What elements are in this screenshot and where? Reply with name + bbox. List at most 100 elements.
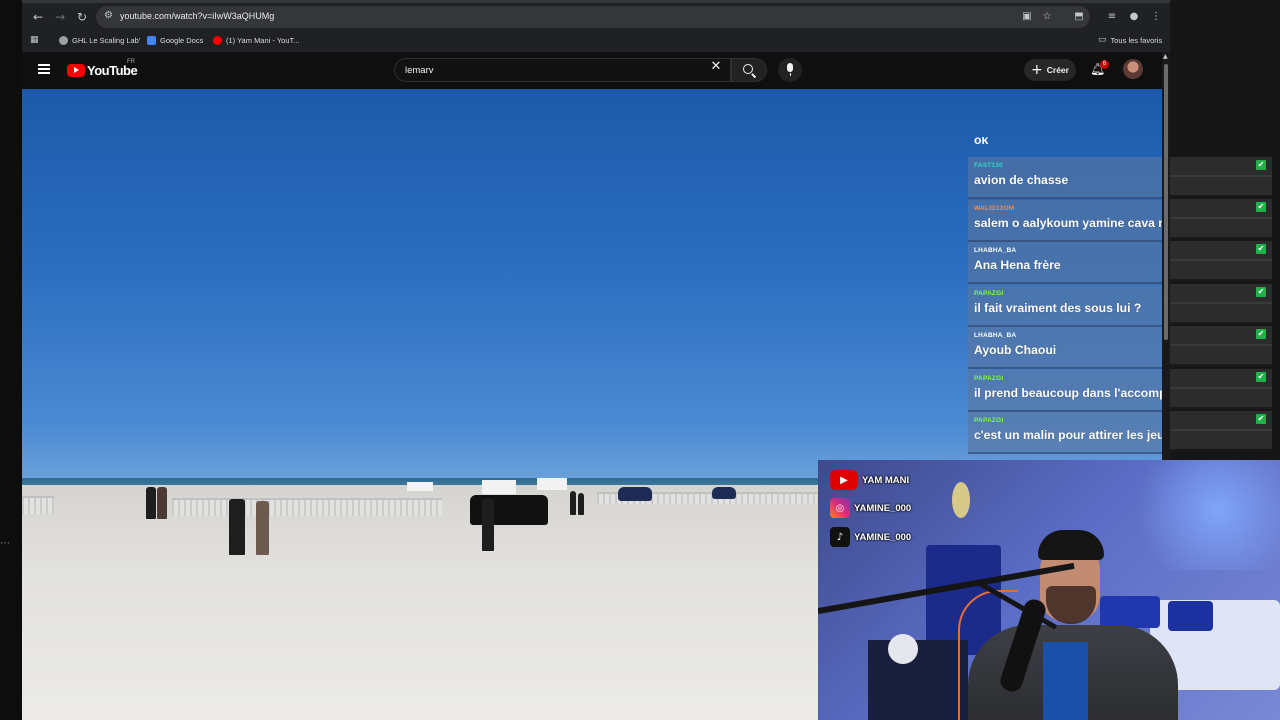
youtube-logo[interactable]: YouTube FR [67, 59, 138, 78]
notification-badge: 6 [1100, 60, 1109, 69]
chat-message: PAPAZGI c'est un malin pour attirer les … [968, 412, 1162, 454]
streamer-beard [1046, 586, 1096, 624]
bookmark-label: (1) Yam Mani - YouT... [226, 35, 300, 45]
chat-overflow-row: ✔ [1170, 411, 1272, 451]
chat-username: FAST130 [974, 162, 1003, 169]
chat-message-partial: ok [974, 137, 989, 147]
youtube-icon: ▶ [830, 470, 858, 490]
person [229, 499, 245, 555]
check-icon: ✔ [1256, 372, 1266, 382]
desk [868, 640, 968, 720]
live-chat-overlay: ok FAST130 avion de chasse WALID13OM sal… [968, 137, 1162, 460]
chat-message: LHABHA_BA Ayoub Chaoui [968, 327, 1162, 369]
scrollbar-thumb[interactable] [1164, 64, 1168, 340]
extensions-icon[interactable]: ⬒ [1071, 9, 1087, 25]
youtube-header: YouTube FR lemarv ✕ + Créer 🔔︎ 6 [22, 52, 1164, 89]
bookmark-google-docs[interactable]: Google Docs [147, 34, 203, 46]
social-name: YAMINE_000 [854, 531, 912, 543]
region-code: FR [127, 59, 135, 65]
menu-icon[interactable] [38, 62, 52, 76]
person [578, 493, 584, 515]
chat-username: WALID13OM [974, 205, 1015, 212]
fence [22, 496, 54, 514]
search-query: lemarv [405, 65, 434, 76]
check-icon: ✔ [1256, 414, 1266, 424]
chat-message: WALID13OM salem o aalykoum yamine cava m… [968, 200, 1162, 242]
webcam-overlay: ▶ YAM MANI ◎ YAMINE_000 ♪ YAMINE_000 [818, 460, 1280, 720]
bookmark-label: GHL Le Scaling Lab' [72, 35, 141, 45]
streamer-shirt [1043, 642, 1088, 720]
back-icon[interactable]: ← [30, 9, 46, 25]
chat-text: salem o aalykoum yamine cava mon frère [974, 216, 1162, 230]
browser-menu-icon[interactable]: ⋮ [1148, 9, 1164, 25]
beach-tent [482, 480, 516, 494]
bookmark-star-icon[interactable]: ☆ [1040, 10, 1054, 24]
site-info-icon[interactable]: ⚙ [104, 10, 116, 22]
chat-overflow-row: ✔ [1170, 326, 1272, 366]
profile-icon[interactable]: ● [1126, 9, 1142, 25]
chat-text: Ayoub Chaoui [974, 343, 1057, 357]
chat-overflow-row: ✔ [1170, 284, 1272, 324]
social-instagram: ◎ YAMINE_000 [830, 498, 911, 518]
bookmark-yam-mani[interactable]: (1) Yam Mani - YouT... [213, 34, 300, 46]
more-dots-icon[interactable]: ⋯ [0, 539, 10, 549]
chat-text: il fait vraiment des sous lui ? [974, 301, 1142, 315]
instagram-icon: ◎ [830, 498, 850, 518]
pillow [1168, 601, 1213, 631]
create-button[interactable]: + Créer [1024, 59, 1076, 81]
bookmarks-bar: ▦ GHL Le Scaling Lab' Google Docs (1) Ya… [22, 30, 1170, 50]
wall-lamp [952, 482, 970, 518]
social-tiktok: ♪ YAMINE_000 [830, 527, 911, 547]
clear-search-icon[interactable]: ✕ [709, 60, 723, 74]
tiktok-icon: ♪ [830, 527, 850, 547]
beach-tent [407, 482, 433, 491]
page-scrollbar[interactable]: ▲ [1162, 52, 1170, 460]
social-name: YAM MANI [862, 474, 910, 486]
check-icon: ✔ [1256, 160, 1266, 170]
person [256, 501, 269, 555]
check-icon: ✔ [1256, 244, 1266, 254]
cast-icon[interactable]: ▣ [1020, 10, 1034, 24]
wall-light [1118, 460, 1280, 570]
chat-overflow-row: ✔ [1170, 369, 1272, 409]
browser-chrome: ← → ↻ ⚙ youtube.com/watch?v=iIwW3aQHUMg … [22, 0, 1170, 52]
person [570, 491, 576, 515]
chat-message: PAPAZGI il prend beaucoup dans l'accompa… [968, 370, 1162, 412]
forward-icon[interactable]: → [52, 9, 68, 25]
social-youtube: ▶ YAM MANI [830, 470, 909, 490]
reload-icon[interactable]: ↻ [74, 9, 90, 25]
tab-strip-edge [22, 0, 1170, 3]
youtube-favicon-icon [213, 35, 222, 45]
chat-text: avion de chasse [974, 173, 1069, 187]
folder-icon: ▭ [1098, 35, 1107, 45]
search-input[interactable]: lemarv [394, 58, 731, 82]
avatar[interactable] [1123, 59, 1143, 79]
chat-overflow-row: ✔ [1170, 199, 1272, 239]
apps-icon[interactable]: ▦ [30, 34, 39, 46]
youtube-play-icon [67, 63, 85, 77]
streamer-hair [1038, 530, 1104, 560]
chat-username: PAPAZGI [974, 417, 1004, 424]
person [482, 499, 494, 551]
plus-icon: + [1031, 62, 1043, 78]
fence [172, 498, 442, 516]
bookmark-ghl[interactable]: GHL Le Scaling Lab' [59, 34, 140, 46]
chat-username: LHABHA_BA [974, 332, 1017, 339]
bookmark-label: Google Docs [160, 35, 204, 45]
scroll-up-icon[interactable]: ▲ [1163, 54, 1169, 60]
car [712, 487, 736, 499]
check-icon: ✔ [1256, 329, 1266, 339]
all-bookmarks-label: Tous les favoris [1110, 35, 1163, 45]
address-bar[interactable]: ⚙ youtube.com/watch?v=iIwW3aQHUMg ▣ ☆ [96, 6, 1090, 28]
left-gutter: ⋯ [0, 0, 22, 720]
chat-message: FAST130 avion de chasse [968, 157, 1162, 199]
media-control-icon[interactable]: ≡ [1104, 9, 1120, 25]
chat-text: Ana Hena frère [974, 258, 1061, 272]
chat-message: PAPAZGI il fait vraiment des sous lui ? [968, 285, 1162, 327]
url-text: youtube.com/watch?v=iIwW3aQHUMg [120, 11, 275, 21]
search-icon [743, 64, 753, 74]
voice-search-button[interactable] [778, 58, 802, 82]
all-bookmarks[interactable]: ▭ Tous les favoris [1098, 34, 1162, 46]
search-button[interactable] [731, 58, 767, 82]
screen: ⋯ ← → ↻ ⚙ youtube.com/watch?v=iIwW3aQHUM… [0, 0, 1280, 720]
